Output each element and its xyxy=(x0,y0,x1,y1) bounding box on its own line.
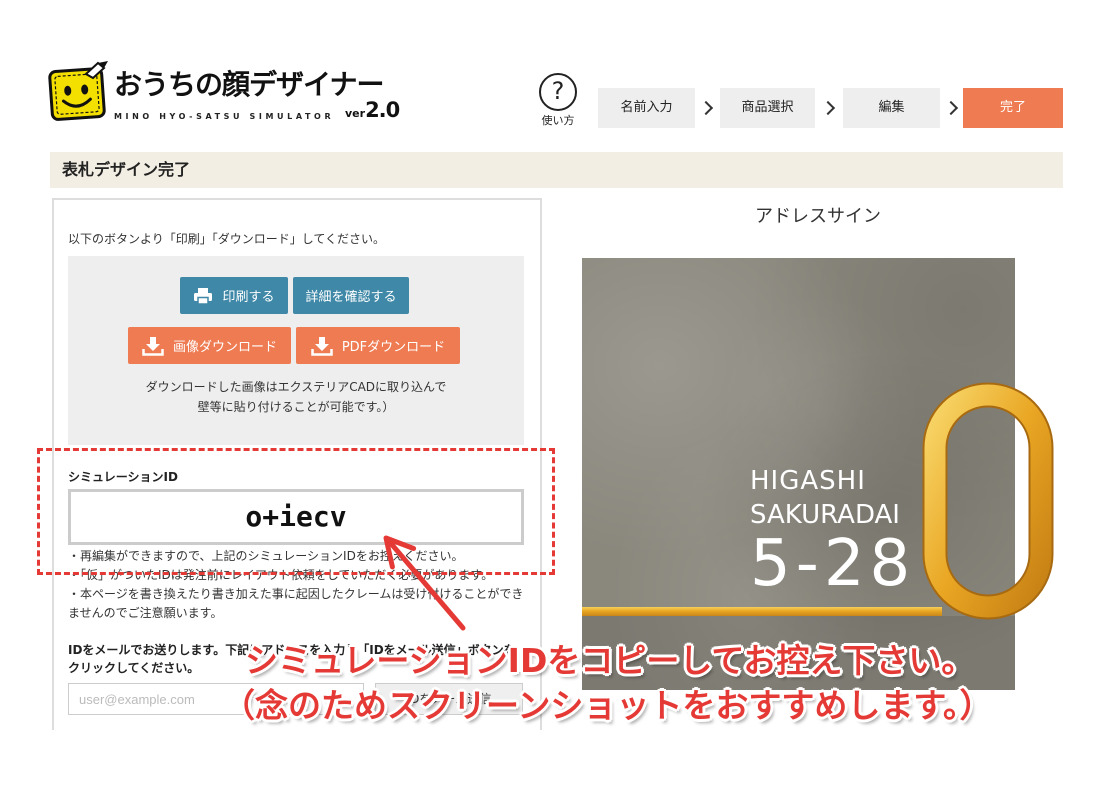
help-label: 使い方 xyxy=(541,114,575,127)
logo-title: おうちの顔デザイナー xyxy=(114,68,384,101)
actions-box: 印刷する 詳細を確認する 画像ダウンロード PDFダウンロード ダウンロードした… xyxy=(68,256,524,445)
sign-lower-band xyxy=(582,616,1015,690)
send-id-email-button[interactable]: IDをメール送信 xyxy=(375,683,523,715)
download-note: ダウンロードした画像はエクステリアCADに取り込んで 壁等に貼り付けることが可能… xyxy=(68,377,524,417)
image-download-button[interactable]: 画像ダウンロード xyxy=(128,327,291,364)
printer-icon xyxy=(194,287,213,305)
print-button-label: 印刷する xyxy=(222,290,275,305)
page: おうちの顔デザイナー MINO HYO-SATSU SIMULATOR ver2… xyxy=(0,0,1110,730)
logo-version-number: 2.0 xyxy=(365,98,400,122)
instruction-text: 以下のボタンより「印刷」「ダウンロード」してください。 xyxy=(68,232,386,246)
page-title: 表札デザイン完了 xyxy=(62,160,191,179)
image-download-label: 画像ダウンロード xyxy=(172,340,277,355)
result-panel: 以下のボタンより「印刷」「ダウンロード」してください。 印刷する 詳細を確認する… xyxy=(52,198,542,730)
chevron-right-icon xyxy=(943,100,959,116)
sign-text-line1: HIGASHI xyxy=(750,466,866,496)
logo-subtitle: MINO HYO-SATSU SIMULATOR xyxy=(114,112,335,121)
chevron-right-icon xyxy=(820,100,836,116)
email-field[interactable] xyxy=(68,683,364,715)
sign-address-number: 5-28 xyxy=(750,527,916,601)
simulation-id-value[interactable]: o+iecv xyxy=(68,489,524,545)
download-icon xyxy=(142,336,164,356)
logo-version: ver2.0 xyxy=(345,98,400,126)
email-instruction: IDをメールでお送りします。下記にアドレスを入力し「IDをメール送信」ボタンをク… xyxy=(68,643,516,675)
sign-text-line2: SAKURADAI xyxy=(750,500,900,530)
download-icon xyxy=(311,336,333,356)
pdf-download-button[interactable]: PDFダウンロード xyxy=(296,327,460,364)
step-product-select[interactable]: 商品選択 xyxy=(720,88,815,128)
list-item: ・「仮」がついたIDは発注前にレイアウト依頼をしていただく必要があります。 xyxy=(68,568,494,582)
details-button-label: 詳細を確認する xyxy=(305,290,397,305)
details-button[interactable]: 詳細を確認する xyxy=(293,277,409,314)
sign-gold-line xyxy=(582,607,942,616)
help-question-icon: ? xyxy=(539,73,577,111)
help-button[interactable]: ? 使い方 xyxy=(537,72,579,132)
download-note-line: ダウンロードした画像はエクステリアCADに取り込んで xyxy=(145,380,447,394)
download-note-line: 壁等に貼り付けることが可能です。） xyxy=(197,400,395,414)
step-name-input[interactable]: 名前入力 xyxy=(598,88,695,128)
step-edit[interactable]: 編集 xyxy=(843,88,940,128)
logo-face-icon xyxy=(48,61,108,121)
sign-gold-ring-shape xyxy=(922,382,1054,620)
site-logo[interactable]: おうちの顔デザイナー MINO HYO-SATSU SIMULATOR ver2… xyxy=(48,60,408,126)
print-button[interactable]: 印刷する xyxy=(180,277,288,314)
step-complete[interactable]: 完了 xyxy=(963,88,1063,128)
list-item: ・再編集ができますので、上記のシミュレーションIDをお控えください。 xyxy=(68,549,464,563)
chevron-right-icon xyxy=(698,100,714,116)
logo-version-prefix: ver xyxy=(345,107,366,120)
list-item: ・本ページを書き換えたり書き加えた事に起因したクレームは受け付けることができませ… xyxy=(68,587,524,620)
preview-title: アドレスサイン xyxy=(755,206,881,227)
pdf-download-label: PDFダウンロード xyxy=(341,340,446,355)
simulation-id-label: シミュレーションID xyxy=(68,470,178,484)
notes-list: ・再編集ができますので、上記のシミュレーションIDをお控えください。 ・「仮」が… xyxy=(68,547,526,623)
section-header: 表札デザイン完了 xyxy=(50,152,1063,188)
